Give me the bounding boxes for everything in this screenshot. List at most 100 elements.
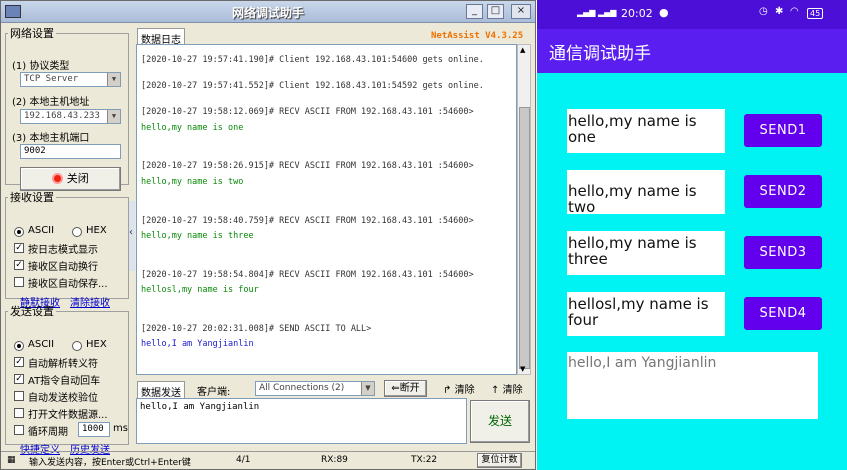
- clear-label: 清除: [454, 385, 475, 396]
- close-window-button[interactable]: ×: [511, 4, 531, 19]
- scroll-up-icon[interactable]: ▲: [520, 46, 525, 54]
- client-select[interactable]: All Connections (2) ▼: [255, 381, 375, 396]
- log-mode-checkbox[interactable]: ✓: [14, 243, 24, 253]
- brand-label: NetAssist V4.3.25: [431, 31, 524, 41]
- netassist-window: 网络调试助手 _ □ × 网络设置 (1) 协议类型 TCP Server ▼ (…: [0, 0, 536, 470]
- log-area[interactable]: [2020-10-27 19:57:41.190]# Client 192.16…: [136, 44, 517, 375]
- receive-hex-label: HEX: [86, 225, 107, 236]
- phone-time: 20:02: [621, 7, 653, 20]
- log-entry-header: [2020-10-27 19:58:40.759]# RECV ASCII FR…: [141, 216, 474, 226]
- period-unit: ms: [113, 423, 128, 434]
- send-ascii-label: ASCII: [28, 339, 55, 350]
- send-ascii-radio[interactable]: [14, 341, 24, 351]
- status-tx: TX:22: [411, 455, 438, 465]
- disconnect-icon: ⇐: [391, 383, 400, 394]
- receive-settings-legend: 接收设置: [10, 191, 54, 204]
- auto-save-label: 接收区自动保存...: [28, 279, 108, 290]
- wifi-icon: ◠: [790, 6, 799, 17]
- log-entry-body: hello,my name is two: [141, 177, 244, 187]
- protocol-select[interactable]: TCP Server ▼: [20, 72, 121, 87]
- status-page: 4/1: [236, 455, 251, 465]
- auto-wrap-label: 接收区自动换行: [28, 262, 98, 273]
- status-rx: RX:89: [321, 455, 348, 465]
- clear-label: 清除: [502, 385, 523, 396]
- close-connection-label: 关闭: [66, 172, 89, 185]
- log-entry-header: [2020-10-27 19:58:26.915]# RECV ASCII FR…: [141, 161, 474, 171]
- send-button[interactable]: 发送: [470, 400, 530, 443]
- file-source-checkbox[interactable]: [14, 408, 24, 418]
- reset-counter-button[interactable]: 复位计数: [477, 453, 522, 468]
- period-input[interactable]: 1000: [78, 422, 110, 437]
- receive-ascii-label: ASCII: [28, 225, 55, 236]
- scrollbar-thumb[interactable]: [519, 107, 530, 369]
- disconnect-button[interactable]: ⇐断开: [384, 380, 427, 397]
- log-scrollbar[interactable]: ▲ ▼: [517, 44, 531, 375]
- send-hex-radio[interactable]: [72, 341, 82, 351]
- auto-wrap-checkbox[interactable]: ✓: [14, 260, 24, 270]
- panel-collapse-handle[interactable]: ‹: [129, 201, 135, 271]
- receive-ascii-radio[interactable]: [14, 227, 24, 237]
- send1-button[interactable]: SEND1: [744, 114, 822, 147]
- send-settings-group: 发送设置 ASCII HEX ✓ 自动解析转义符 ✓ AT指令自动回车 自动发送…: [5, 303, 129, 456]
- log-entry-header: [2020-10-27 19:57:41.552]# Client 192.16…: [141, 81, 484, 91]
- log-entry-body: hello,my name is three: [141, 231, 254, 241]
- receive-settings-group: 接收设置 ASCII HEX ✓ 按日志模式显示 ✓ 接收区自动换行 接收区自动…: [5, 189, 129, 309]
- auto-save-checkbox[interactable]: [14, 277, 24, 287]
- log-entry-header: [2020-10-27 19:58:54.804]# RECV ASCII FR…: [141, 270, 474, 280]
- chevron-down-icon: ▼: [107, 110, 120, 123]
- app-title: 通信调试助手: [549, 44, 651, 64]
- loop-period-checkbox[interactable]: [14, 425, 24, 435]
- chevron-down-icon: ▼: [107, 73, 120, 86]
- log-entry-body: hello,I am Yangjianlin: [141, 339, 254, 349]
- host-select[interactable]: 192.168.43.233 ▼: [20, 109, 121, 124]
- battery-icon: 45: [807, 8, 824, 19]
- port-label: (3) 本地主机端口: [12, 133, 90, 144]
- maximize-button[interactable]: □: [487, 4, 504, 19]
- phone-send-input[interactable]: hello,I am Yangjianlin: [567, 352, 818, 419]
- message-box-2[interactable]: hello,my name is two: [567, 170, 725, 215]
- minimize-button[interactable]: _: [466, 4, 483, 19]
- receive-hex-radio[interactable]: [72, 227, 82, 237]
- log-entry-header: [2020-10-27 19:58:12.069]# RECV ASCII FR…: [141, 107, 474, 117]
- log-mode-label: 按日志模式显示: [28, 245, 98, 256]
- notification-icon: ●: [659, 6, 669, 19]
- escape-parse-label: 自动解析转义符: [28, 359, 98, 370]
- phone-screen: ▂▄▆ ▂▄▆ 20:02 ● ◷ ✱ ◠ 45 通信调试助手 hello,my…: [537, 0, 847, 470]
- message-box-4[interactable]: hellosl,my name is four: [567, 292, 725, 336]
- at-return-checkbox[interactable]: ✓: [14, 374, 24, 384]
- clear-send-button[interactable]: ↱ 清除: [443, 381, 475, 396]
- client-label: 客户端:: [197, 387, 231, 398]
- message-box-3[interactable]: hello,my name is three: [567, 231, 725, 275]
- title-bar[interactable]: 网络调试助手 _ □ ×: [1, 1, 535, 23]
- window-title: 网络调试助手: [231, 6, 304, 20]
- at-return-label: AT指令自动回车: [28, 376, 101, 387]
- file-source-label: 打开文件数据源...: [28, 410, 108, 421]
- escape-parse-checkbox[interactable]: ✓: [14, 357, 24, 367]
- log-entry-body: hello,my name is one: [141, 123, 244, 133]
- host-value: 192.168.43.233: [24, 111, 100, 121]
- log-entry-body: hellosl,my name is four: [141, 285, 259, 295]
- send2-button[interactable]: SEND2: [744, 175, 822, 208]
- battery-level: 45: [810, 9, 821, 18]
- checksum-checkbox[interactable]: [14, 391, 24, 401]
- loop-period-label: 循环周期: [28, 427, 68, 438]
- checksum-label: 自动发送校验位: [28, 393, 98, 404]
- network-settings-group: 网络设置 (1) 协议类型 TCP Server ▼ (2) 本地主机地址 192…: [5, 25, 129, 191]
- client-value: All Connections (2): [259, 383, 345, 393]
- clear-all-button[interactable]: ↑ 清除: [491, 381, 523, 396]
- message-box-1[interactable]: hello,my name is one: [567, 109, 725, 153]
- send-hex-label: HEX: [86, 339, 107, 350]
- app-bar: 通信调试助手: [537, 29, 847, 73]
- chevron-down-icon: ▼: [361, 382, 374, 395]
- chevron-left-icon: ‹: [129, 227, 133, 238]
- network-settings-legend: 网络设置: [10, 27, 54, 40]
- protocol-label: (1) 协议类型: [12, 61, 70, 72]
- status-bar: ▦ 输入发送内容，按Enter或Ctrl+Enter键 4/1 RX:89 TX…: [1, 451, 535, 469]
- send3-button[interactable]: SEND3: [744, 236, 822, 269]
- send4-button[interactable]: SEND4: [744, 297, 822, 330]
- close-connection-button[interactable]: 关闭: [20, 167, 121, 191]
- scroll-down-icon[interactable]: ▼: [520, 365, 525, 373]
- clear-icon: ↱: [443, 385, 452, 396]
- port-input[interactable]: 9002: [20, 144, 121, 159]
- send-text-area[interactable]: hello,I am Yangjianlin: [136, 398, 467, 444]
